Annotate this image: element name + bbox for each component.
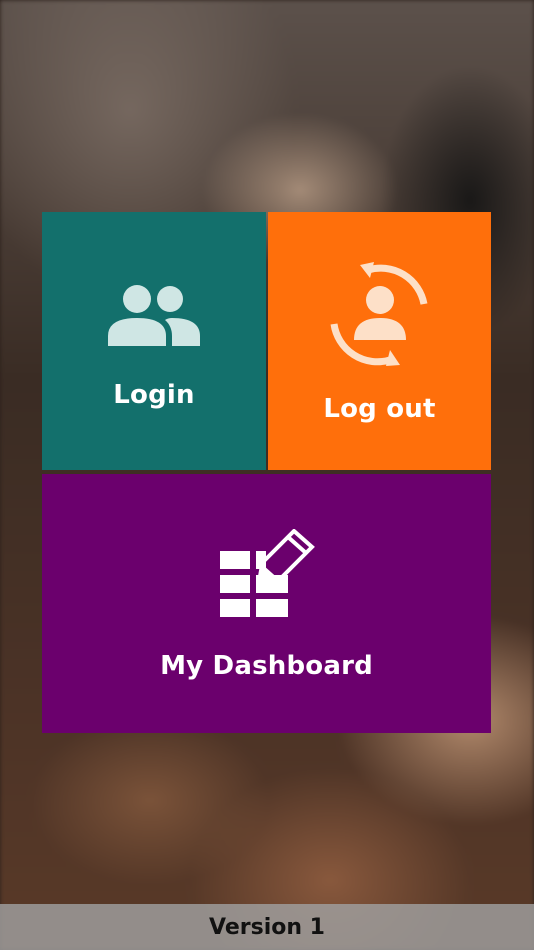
- login-label: Login: [113, 380, 195, 410]
- version-footer: Version 1: [0, 904, 534, 950]
- user-group-icon: [108, 285, 200, 346]
- version-label: Version 1: [209, 914, 325, 940]
- user-sync-icon: [330, 262, 427, 366]
- logout-tile-button[interactable]: Log out: [268, 212, 491, 470]
- grid-edit-icon: [219, 528, 315, 617]
- logout-label: Log out: [323, 394, 436, 424]
- dashboard-tile-button[interactable]: My Dashboard: [42, 474, 491, 733]
- dashboard-label: My Dashboard: [160, 650, 373, 681]
- login-tile-button[interactable]: Login: [42, 212, 266, 470]
